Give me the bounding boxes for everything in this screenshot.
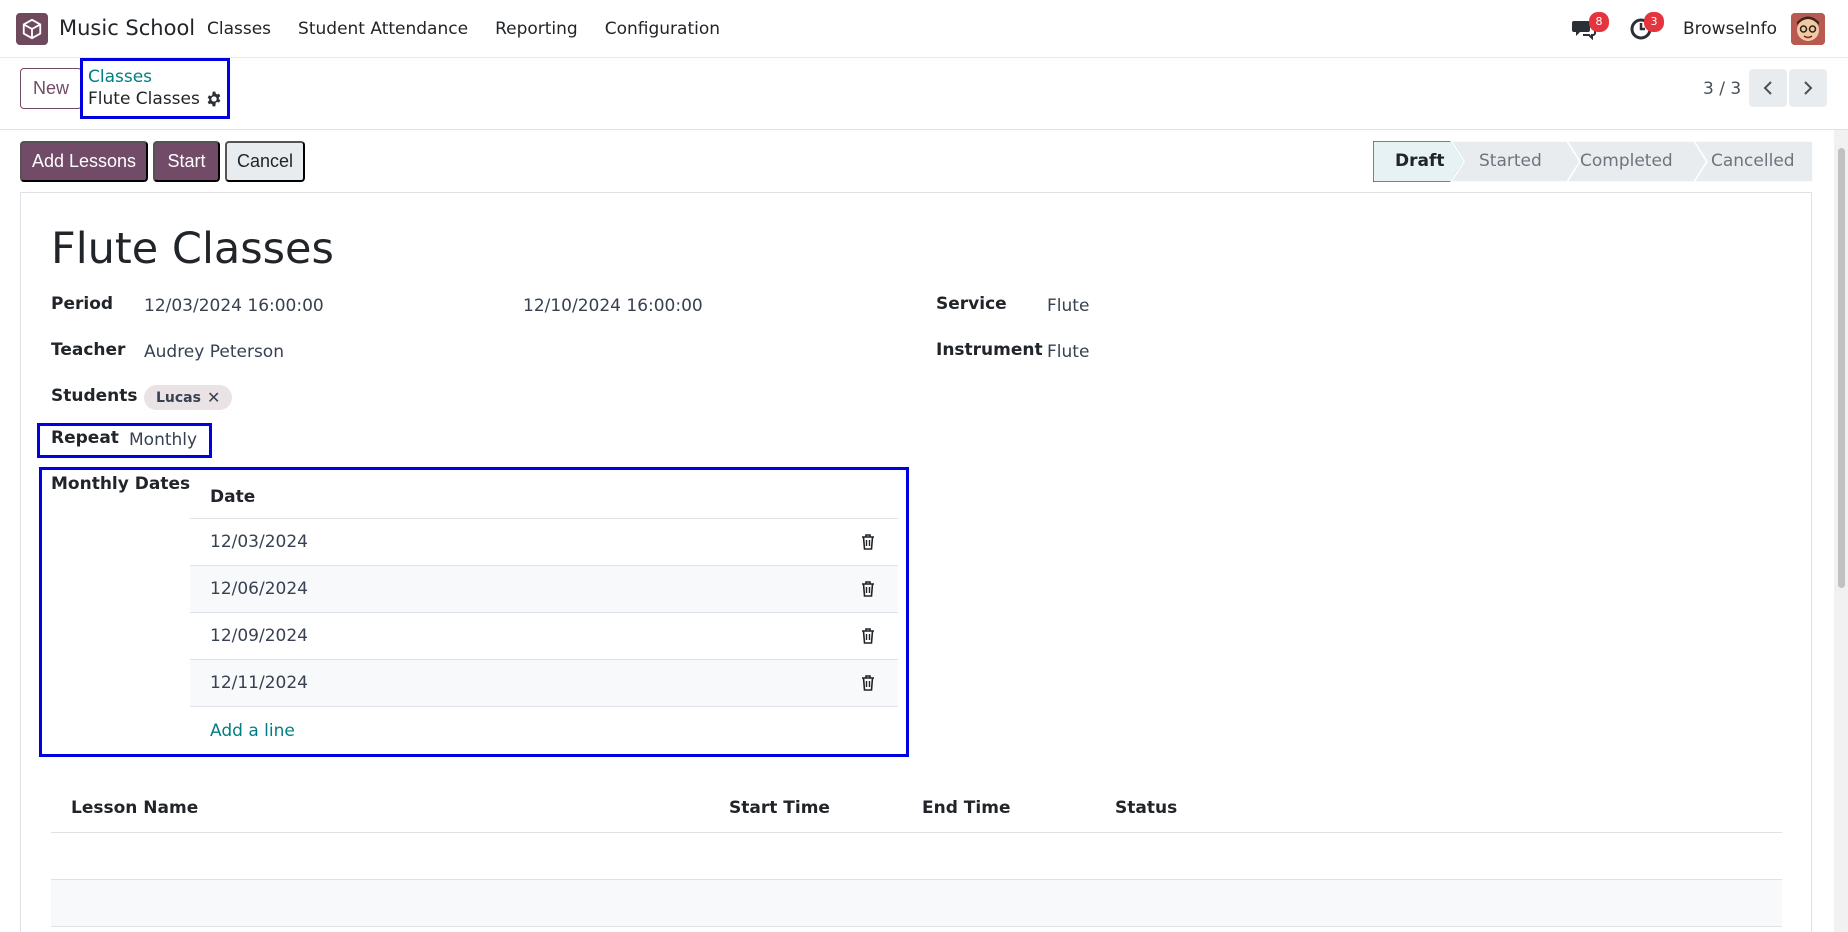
menu-item-student-attendance[interactable]: Student Attendance	[298, 19, 468, 39]
app-logo-icon[interactable]	[16, 13, 48, 45]
service-field[interactable]: Flute	[1047, 296, 1089, 316]
lessons-table-header	[51, 788, 1782, 833]
table-row[interactable]: 12/09/2024	[190, 613, 898, 660]
table-row[interactable]: 12/03/2024	[190, 519, 898, 566]
add-lessons-button[interactable]: Add Lessons	[20, 141, 148, 182]
repeat-field[interactable]: Monthly	[129, 430, 197, 450]
pager-next-button[interactable]	[1789, 69, 1827, 107]
status-cancelled[interactable]: Cancelled	[1711, 151, 1795, 171]
teacher-field[interactable]: Audrey Peterson	[144, 342, 284, 362]
breadcrumb-current: Flute Classes	[88, 89, 200, 109]
date-cell[interactable]: 12/09/2024	[210, 626, 308, 646]
instrument-label: Instrument	[936, 340, 1043, 360]
status-completed[interactable]: Completed	[1580, 151, 1673, 171]
date-cell[interactable]: 12/11/2024	[210, 673, 308, 693]
top-navbar: Music School Classes Student Attendance …	[0, 0, 1848, 58]
period-label: Period	[51, 294, 114, 314]
record-title[interactable]: Flute Classes	[51, 224, 334, 274]
table-row[interactable]: 12/11/2024	[190, 660, 898, 707]
instrument-field[interactable]: Flute	[1047, 342, 1089, 362]
remove-tag-icon[interactable]: ✕	[207, 388, 220, 407]
add-line-link[interactable]: Add a line	[210, 721, 295, 741]
chevron-left-icon	[1763, 81, 1772, 95]
end-time-column-header[interactable]: End Time	[922, 798, 1010, 818]
menu-item-reporting[interactable]: Reporting	[495, 19, 578, 39]
student-tag[interactable]: Lucas ✕	[144, 385, 233, 410]
trash-icon[interactable]	[861, 581, 875, 601]
date-column-header[interactable]: Date	[210, 487, 255, 507]
trash-icon[interactable]	[861, 675, 875, 695]
messages-badge: 8	[1589, 12, 1609, 32]
teacher-label: Teacher	[51, 340, 126, 360]
pager-previous-button[interactable]	[1749, 69, 1787, 107]
student-tag-label: Lucas	[156, 389, 201, 406]
main-menu: Classes Student Attendance Reporting Con…	[207, 19, 747, 39]
gear-icon[interactable]	[206, 91, 222, 107]
monthly-dates-header: Date	[190, 480, 898, 519]
avatar[interactable]	[1791, 13, 1825, 45]
table-row[interactable]: 12/06/2024	[190, 566, 898, 613]
period-start-field[interactable]: 12/03/2024 16:00:00	[144, 296, 324, 316]
service-label: Service	[936, 294, 1007, 314]
app-name[interactable]: Music School	[59, 16, 195, 40]
status-bar: Draft Started Completed Cancelled	[1373, 141, 1813, 182]
period-end-field[interactable]: 12/10/2024 16:00:00	[523, 296, 703, 316]
cancel-button[interactable]: Cancel	[225, 141, 305, 182]
breadcrumb: Flute Classes	[88, 89, 222, 109]
chevron-right-icon	[1804, 81, 1813, 95]
table-row	[51, 833, 1782, 880]
menu-item-configuration[interactable]: Configuration	[605, 19, 720, 39]
lesson-name-column-header[interactable]: Lesson Name	[71, 798, 198, 818]
status-started[interactable]: Started	[1479, 151, 1542, 171]
breadcrumb-parent-link[interactable]: Classes	[88, 67, 152, 87]
trash-icon[interactable]	[861, 534, 875, 554]
students-label: Students	[51, 386, 138, 406]
monthly-dates-label: Monthly Dates	[51, 474, 191, 494]
repeat-label: Repeat	[51, 428, 119, 448]
control-panel	[0, 58, 1848, 130]
activities-badge: 3	[1644, 12, 1664, 32]
scrollbar-thumb[interactable]	[1838, 148, 1845, 588]
table-row	[51, 880, 1782, 927]
start-time-column-header[interactable]: Start Time	[729, 798, 830, 818]
start-button[interactable]: Start	[153, 141, 220, 182]
date-cell[interactable]: 12/06/2024	[210, 579, 308, 599]
date-cell[interactable]: 12/03/2024	[210, 532, 308, 552]
status-draft[interactable]: Draft	[1395, 151, 1445, 171]
user-name[interactable]: BrowseInfo	[1683, 19, 1777, 39]
trash-icon[interactable]	[861, 628, 875, 648]
status-column-header[interactable]: Status	[1115, 798, 1177, 818]
new-button[interactable]: New	[20, 68, 82, 109]
pager-value[interactable]: 3 / 3	[1703, 79, 1741, 99]
menu-item-classes[interactable]: Classes	[207, 19, 271, 39]
